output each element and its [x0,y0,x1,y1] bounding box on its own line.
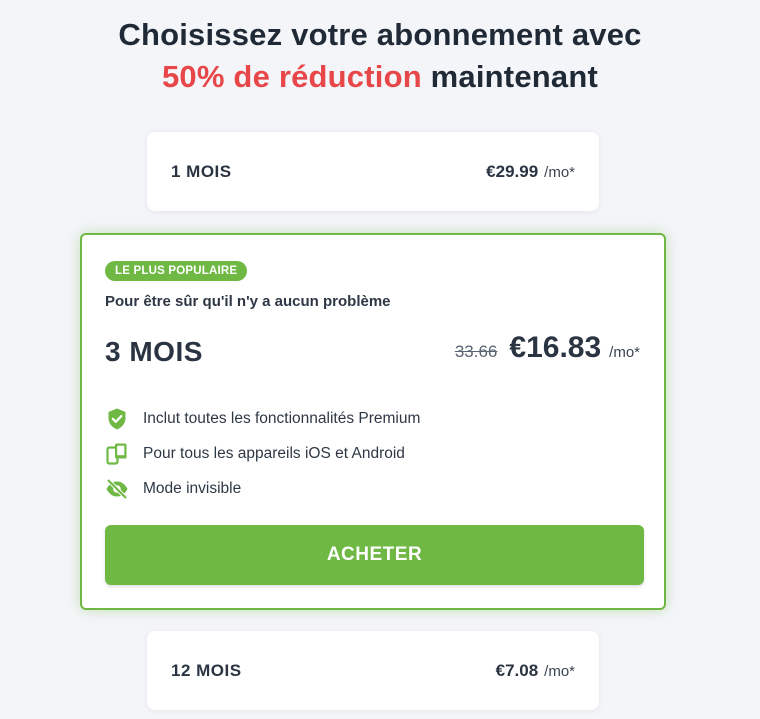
plan-card-1-month[interactable]: 1 MOIS €29.99 /mo* [147,132,599,211]
popular-badge: LE PLUS POPULAIRE [105,261,248,281]
price-unit: /mo* [544,163,575,181]
old-price: 33.66 [454,342,498,361]
plan-tagline: Pour être sûr qu'il n'y a aucun problème [105,293,391,310]
feature-item: Mode invisible [105,471,420,506]
plan-card-3-months[interactable]: LE PLUS POPULAIRE Pour être sûr qu'il n'… [80,233,666,610]
price-unit: /mo* [609,344,640,361]
plan-name: 1 MOIS [171,161,232,181]
price-unit: /mo* [544,662,575,680]
feature-item: Pour tous les appareils iOS et Android [105,436,420,471]
plan-price: €7.08 /mo* [496,661,575,681]
feature-list: Inclut toutes les fonctionnalités Premiu… [105,401,420,506]
headline-discount: 50% de réduction [161,59,422,94]
buy-button[interactable]: ACHETER [105,525,644,585]
price-amount: €29.99 [486,161,539,181]
feature-text: Inclut toutes les fonctionnalités Premiu… [143,409,421,427]
headline-rest: maintenant [421,59,599,94]
feature-text: Pour tous les appareils iOS et Android [143,444,405,462]
plan-price: €29.99 /mo* [486,162,575,182]
shield-check-icon [105,407,129,431]
eye-off-icon [105,477,129,501]
devices-icon [105,442,129,466]
plan-card-12-months[interactable]: 12 MOIS €7.08 /mo* [147,631,599,710]
price-amount: €16.83 [509,331,602,364]
price-amount: €7.08 [495,660,539,680]
feature-item: Inclut toutes les fonctionnalités Premiu… [105,401,420,436]
page-title: Choisissez votre abonnement avec 50% de … [0,14,760,98]
feature-text: Mode invisible [143,479,242,497]
headline-line1: Choisissez votre abonnement avec [118,17,642,52]
plan-name: 3 MOIS [105,336,203,367]
plan-price: 33.66 €16.83 /mo* [455,331,640,365]
plan-name: 12 MOIS [171,660,242,680]
